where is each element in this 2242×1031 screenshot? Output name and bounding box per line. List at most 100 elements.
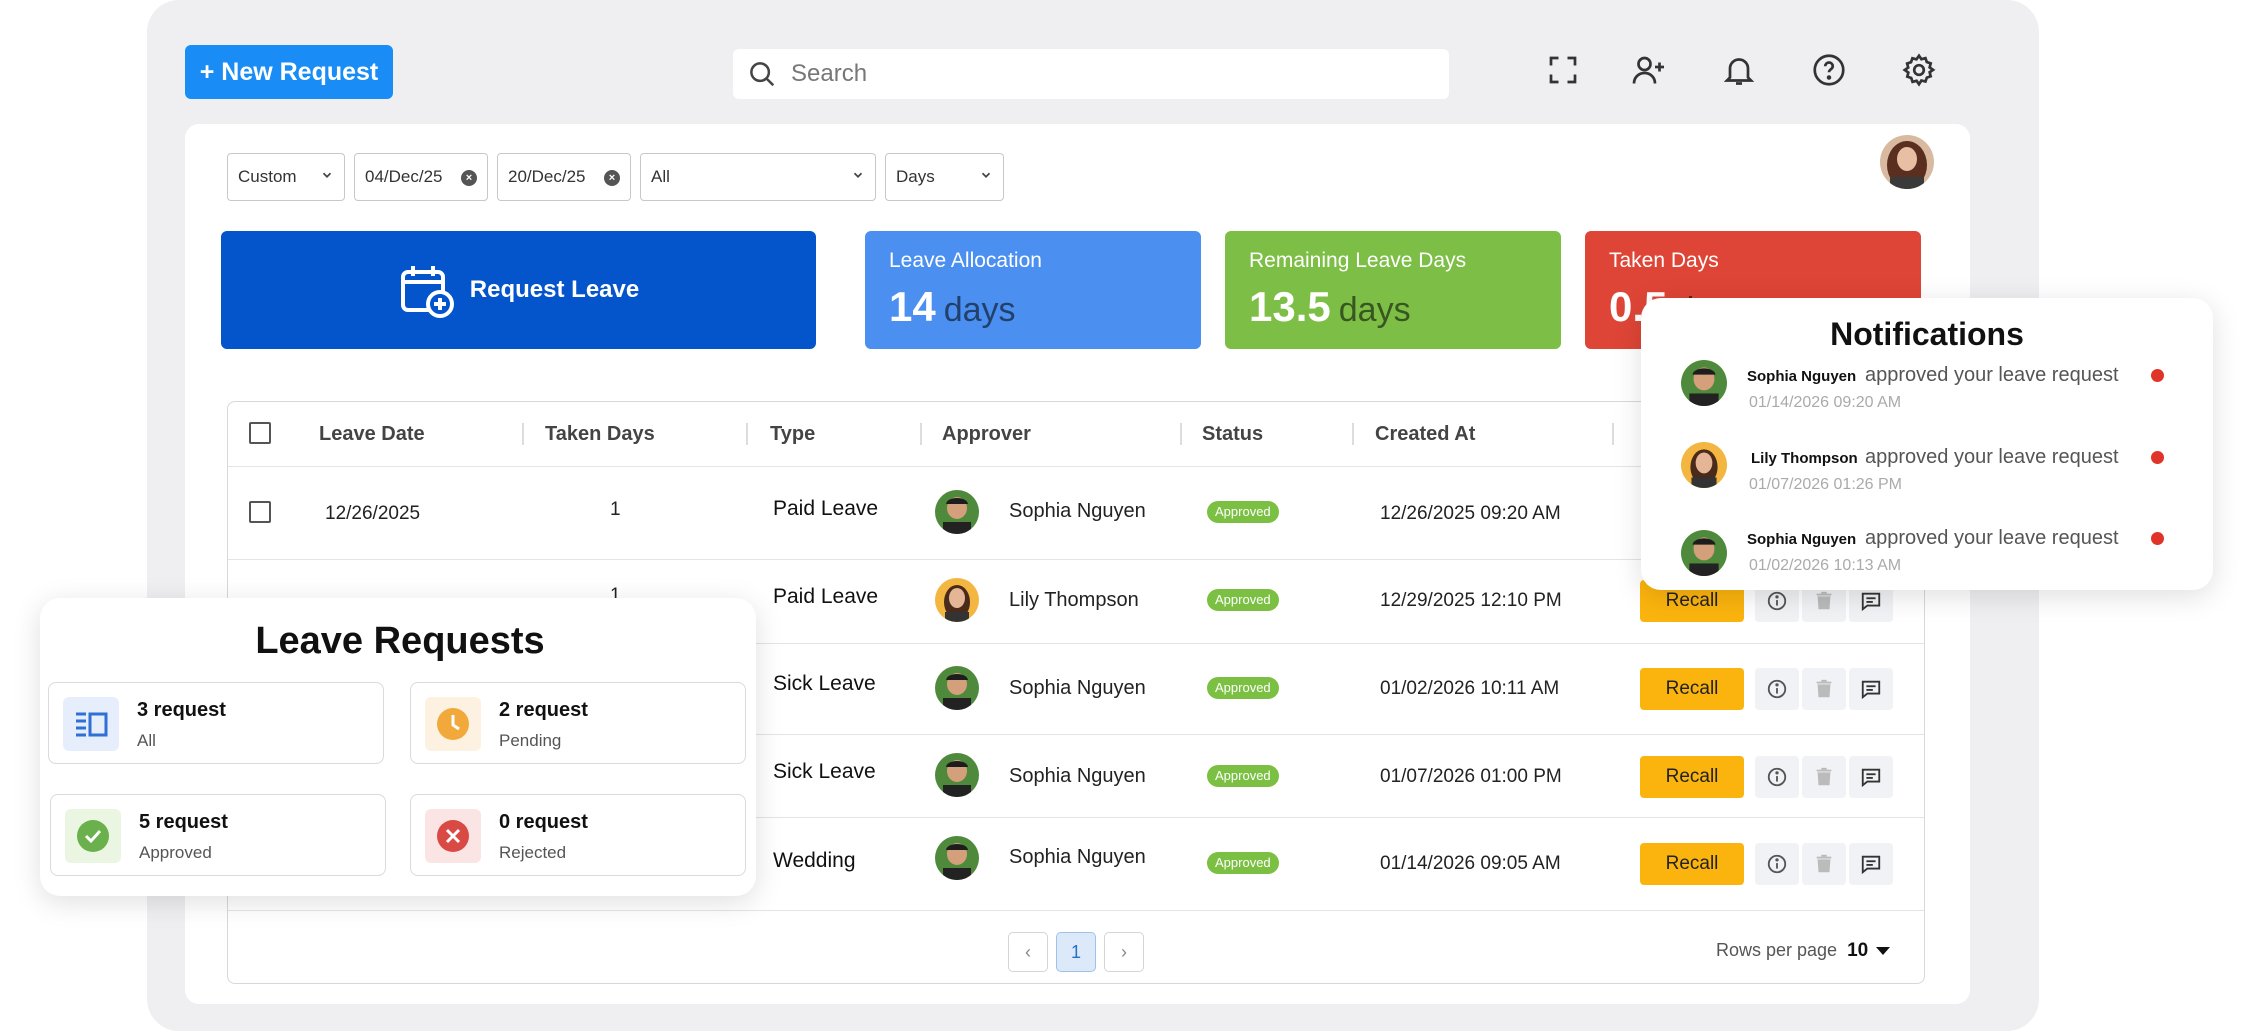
leave-allocation-card: Leave Allocation 14 days — [865, 231, 1201, 349]
chevron-down-icon — [853, 172, 863, 178]
unread-dot — [2151, 532, 2164, 545]
notifications-title: Notifications — [1830, 316, 2024, 352]
delete-icon[interactable] — [1802, 668, 1846, 710]
leave-type: Wedding — [773, 849, 856, 872]
col-divider — [522, 423, 524, 445]
delete-icon[interactable] — [1802, 756, 1846, 798]
type-select[interactable]: All — [640, 153, 876, 201]
date-from-field[interactable]: 04/Dec/25 × — [354, 153, 488, 201]
help-icon[interactable] — [1809, 50, 1849, 90]
row-checkbox[interactable] — [249, 501, 271, 523]
status-badge: Approved — [1207, 852, 1279, 874]
col-approver[interactable]: Approver — [942, 423, 1031, 446]
stat-count: 2 request — [499, 699, 588, 721]
caret-down-icon — [1876, 947, 1891, 956]
prev-page-button[interactable]: ‹ — [1008, 932, 1048, 972]
recall-button[interactable]: Recall — [1640, 843, 1744, 885]
date-from-value: 04/Dec/25 — [365, 167, 443, 186]
info-icon[interactable] — [1755, 843, 1799, 885]
bell-icon[interactable] — [1719, 50, 1759, 90]
notification-text: approved your leave request — [1865, 527, 2119, 549]
clock-icon — [425, 697, 481, 751]
leave-type: Sick Leave — [773, 672, 876, 695]
notification-sender: Lily Thompson — [1751, 450, 1858, 467]
comment-icon[interactable] — [1849, 756, 1893, 798]
chevron-down-icon — [322, 172, 332, 178]
created-at: 12/29/2025 12:10 PM — [1380, 590, 1562, 611]
page-1-button[interactable]: 1 — [1056, 932, 1096, 972]
rows-per-page[interactable]: Rows per page 10 — [1716, 940, 1891, 962]
created-at: 12/26/2025 09:20 AM — [1380, 503, 1561, 524]
stat-pending[interactable]: 2 request Pending — [410, 682, 746, 764]
unread-dot — [2151, 451, 2164, 464]
status-badge: Approved — [1207, 501, 1279, 523]
request-leave-button[interactable]: Request Leave — [221, 231, 816, 349]
leave-type: Paid Leave — [773, 497, 879, 520]
next-page-button[interactable]: › — [1104, 932, 1144, 972]
leave-type: Sick Leave — [773, 760, 876, 783]
col-taken-days[interactable]: Taken Days — [545, 423, 655, 446]
card-unit: days — [943, 291, 1016, 329]
search-bar[interactable] — [733, 49, 1449, 99]
add-user-icon[interactable] — [1629, 50, 1669, 90]
comment-icon[interactable] — [1849, 843, 1893, 885]
stat-all[interactable]: 3 request All — [48, 682, 384, 764]
col-leave-date[interactable]: Leave Date — [319, 423, 425, 446]
notification-sender: Sophia Nguyen — [1747, 368, 1857, 385]
unit-select[interactable]: Days — [885, 153, 1004, 201]
new-request-button[interactable]: + New Request — [185, 45, 393, 99]
col-created-at[interactable]: Created At — [1375, 423, 1475, 446]
clear-icon[interactable]: × — [604, 170, 620, 186]
col-divider — [1352, 423, 1354, 445]
card-title: Leave Allocation — [889, 249, 1042, 272]
notification-avatar — [1681, 442, 1727, 488]
approver-avatar — [935, 753, 979, 797]
col-divider — [1180, 423, 1182, 445]
notification-avatar — [1681, 530, 1727, 576]
status-badge: Approved — [1207, 677, 1279, 699]
card-value: 13.5 — [1249, 283, 1331, 330]
search-input[interactable] — [791, 60, 1391, 88]
recall-button[interactable]: Recall — [1640, 756, 1744, 798]
approver-avatar — [935, 578, 979, 622]
remaining-leave-card: Remaining Leave Days 13.5 days — [1225, 231, 1561, 349]
request-leave-label: Request Leave — [469, 276, 640, 303]
stat-label: Rejected — [499, 843, 567, 862]
gear-icon[interactable] — [1899, 50, 1939, 90]
notification-avatar — [1681, 360, 1727, 406]
notification-time: 01/07/2026 01:26 PM — [1749, 476, 1903, 493]
col-type[interactable]: Type — [770, 423, 815, 446]
select-all-checkbox[interactable] — [249, 422, 271, 444]
card-title: Taken Days — [1609, 249, 1719, 272]
stat-count: 0 request — [499, 811, 588, 833]
info-icon[interactable] — [1755, 756, 1799, 798]
user-avatar[interactable] — [1880, 135, 1934, 189]
clear-icon[interactable]: × — [461, 170, 477, 186]
col-divider — [746, 423, 748, 445]
search-icon — [750, 62, 775, 87]
date-to-field[interactable]: 20/Dec/25 × — [497, 153, 631, 201]
unit-value: Days — [896, 167, 935, 186]
fullscreen-icon[interactable] — [1543, 50, 1583, 90]
comment-icon[interactable] — [1849, 668, 1893, 710]
range-select[interactable]: Custom — [227, 153, 345, 201]
delete-icon[interactable] — [1802, 843, 1846, 885]
calendar-add-icon — [400, 266, 454, 318]
approver-avatar — [935, 836, 979, 880]
stat-rejected[interactable]: 0 request Rejected — [410, 794, 746, 876]
approver-name: Sophia Nguyen — [1009, 765, 1146, 787]
stat-count: 3 request — [137, 699, 226, 721]
approver-name: Sophia Nguyen — [1009, 677, 1146, 699]
recall-button[interactable]: Recall — [1640, 668, 1744, 710]
info-icon[interactable] — [1755, 668, 1799, 710]
notification-text: approved your leave request — [1865, 364, 2119, 386]
type-value: All — [651, 167, 670, 186]
range-value: Custom — [238, 167, 297, 186]
stat-approved[interactable]: 5 request Approved — [50, 794, 386, 876]
notifications-panel: Notifications Sophia Nguyen approved you… — [1641, 298, 2213, 590]
rows-per-page-label: Rows per page — [1716, 940, 1838, 960]
leave-requests-widget: Leave Requests 3 request All 2 request P… — [40, 598, 756, 896]
col-status[interactable]: Status — [1202, 423, 1263, 446]
stat-label: Pending — [499, 731, 562, 750]
status-badge: Approved — [1207, 765, 1279, 787]
